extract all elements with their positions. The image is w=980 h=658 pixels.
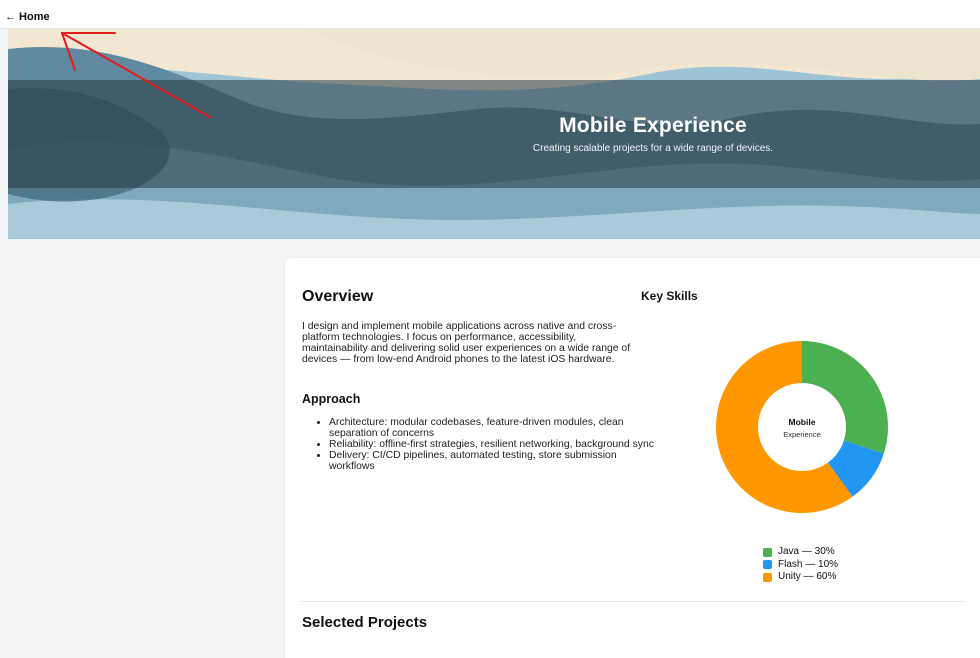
approach-item-delivery: Delivery: CI/CD pipelines, automated tes… — [329, 450, 659, 472]
approach-item-reliability: Reliability: offline-first strategies, r… — [329, 439, 659, 450]
top-nav-bar: ← Home — [0, 0, 980, 29]
hero-subtitle: Creating scalable projects for a wide ra… — [532, 143, 774, 154]
legend-swatch-flash — [763, 560, 772, 570]
donut-center-title: Mobile — [789, 417, 816, 427]
approach-item-architecture: Architecture: modular codebases, feature… — [329, 417, 659, 439]
donut-center-subtitle: Experience — [783, 430, 821, 439]
legend-label-java: Java — 30% — [778, 546, 835, 557]
legend-swatch-unity — [763, 572, 772, 582]
content-card: Overview I design and implement mobile a… — [285, 258, 980, 658]
overview-paragraph: I design and implement mobile applicatio… — [302, 321, 631, 365]
skills-donut-chart: Mobile Experience — [715, 341, 888, 513]
key-skills-heading: Key Skills — [641, 289, 698, 303]
legend-swatch-java — [763, 547, 772, 557]
hero-title: Mobile Experience — [559, 114, 747, 137]
selected-projects-heading: Selected Projects — [302, 614, 428, 631]
legend-item-flash: Flash — 10% — [763, 559, 838, 572]
legend-label-unity: Unity — 60% — [778, 571, 837, 582]
overview-heading: Overview — [302, 288, 374, 305]
section-divider — [301, 601, 964, 602]
legend-label-flash: Flash — 10% — [778, 558, 839, 570]
hero-banner: Mobile Experience Creating scalable proj… — [8, 29, 980, 239]
approach-heading: Approach — [302, 392, 361, 406]
approach-list: Architecture: modular codebases, feature… — [302, 417, 659, 472]
legend-item-java: Java — 30% — [763, 546, 838, 559]
home-back-link[interactable]: ← Home — [5, 10, 50, 24]
skills-legend: Java — 30% Flash — 10% Unity — 60% — [763, 546, 838, 584]
legend-item-unity: Unity — 60% — [763, 571, 838, 584]
